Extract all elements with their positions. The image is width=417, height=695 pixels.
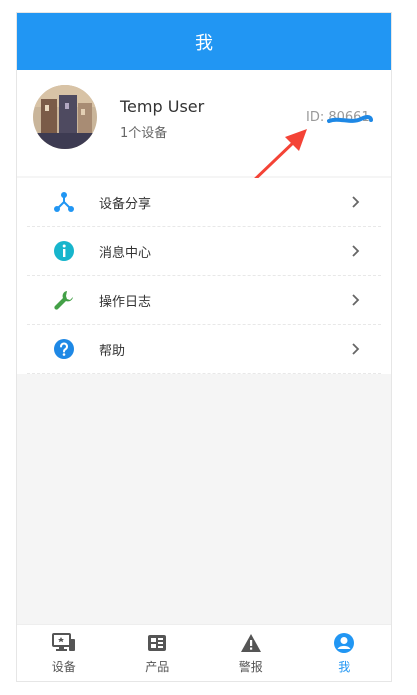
tab-me[interactable]: 我	[298, 625, 392, 681]
chevron-right-icon	[352, 245, 360, 257]
bottom-tab-bar: 设备 产品 警报 我	[17, 624, 391, 681]
tab-label: 警报	[238, 660, 263, 674]
device-icon	[51, 631, 76, 655]
user-icon	[332, 631, 356, 655]
tab-label: 设备	[51, 660, 76, 674]
tab-alerts[interactable]: 警报	[204, 625, 298, 681]
share-icon	[53, 191, 75, 213]
chevron-right-icon	[352, 343, 360, 355]
chevron-right-icon	[352, 196, 360, 208]
settings-menu: 设备分享 消息中心 操作日志 帮助	[17, 178, 391, 374]
product-icon	[145, 631, 169, 655]
menu-item-label: 帮助	[99, 343, 126, 359]
tab-devices[interactable]: 设备	[17, 625, 111, 681]
menu-item-help[interactable]: 帮助	[27, 325, 381, 374]
redaction-scribble	[327, 115, 373, 123]
menu-item-message-center[interactable]: 消息中心	[27, 227, 381, 276]
menu-item-device-share[interactable]: 设备分享	[27, 178, 381, 227]
alert-icon	[239, 631, 263, 655]
chevron-right-icon	[352, 294, 360, 306]
device-count: 1个设备	[120, 126, 168, 141]
wrench-icon	[53, 289, 75, 311]
page-title: 我	[195, 32, 213, 54]
profile-card[interactable]: Temp User 1个设备 ID: 80661	[17, 70, 391, 176]
menu-item-label: 设备分享	[99, 196, 152, 212]
menu-item-operation-log[interactable]: 操作日志	[27, 276, 381, 325]
help-icon	[53, 338, 75, 360]
tab-label: 我	[338, 660, 351, 674]
app-header: 我	[17, 13, 391, 70]
menu-item-label: 操作日志	[99, 294, 152, 310]
avatar[interactable]	[33, 85, 97, 149]
user-name: Temp User	[120, 97, 205, 116]
info-icon	[53, 240, 75, 262]
tab-products[interactable]: 产品	[111, 625, 205, 681]
menu-item-label: 消息中心	[99, 245, 152, 261]
app-screen: 我 Temp User 1个设备 ID: 80661 设备分享 消息中心 操作日…	[16, 12, 392, 682]
tab-label: 产品	[145, 660, 170, 674]
